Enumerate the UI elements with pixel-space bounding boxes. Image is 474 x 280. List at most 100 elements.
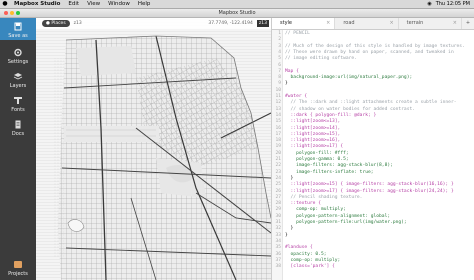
code-text: [class='park'] { <box>285 264 335 270</box>
code-line[interactable]: 15 ::light[zoom<=13], <box>272 119 474 125</box>
save-as-label: Save as <box>8 33 28 39</box>
code-line[interactable]: 36 opacity: 0.5; <box>272 252 474 258</box>
menu-app[interactable]: Mapbox Studio <box>10 0 64 8</box>
menu-help[interactable]: Help <box>134 0 155 8</box>
code-line[interactable]: 2 <box>272 37 474 43</box>
code-line[interactable]: 10 <box>272 88 474 94</box>
tab-label: style <box>280 20 292 26</box>
code-text: } <box>285 175 294 181</box>
map-toolbar: ● Places z13 37.7749, -122.4194 z13 <box>36 18 271 29</box>
code-line[interactable]: 33} <box>272 233 474 239</box>
code-text: } <box>285 226 294 232</box>
line-number: 26 <box>275 188 281 194</box>
close-tab-icon[interactable]: × <box>453 18 457 29</box>
add-tab-button[interactable]: + <box>462 18 474 29</box>
sidebar-item-layers[interactable]: Layers <box>0 68 36 90</box>
close-tab-icon[interactable]: × <box>389 18 393 29</box>
line-number: 20 <box>275 150 281 156</box>
code-line[interactable]: 22 image-filters: agg-stack-blur(8,8); <box>272 163 474 169</box>
map-zoom-text: z13 <box>73 21 82 26</box>
code-text: comp-op: multiply; <box>285 257 341 263</box>
line-number: 19 <box>275 144 281 150</box>
line-number: 38 <box>275 264 281 270</box>
code-line[interactable]: 24 } <box>272 176 474 182</box>
wifi-icon[interactable]: ◉ <box>427 0 431 8</box>
code-line[interactable]: 17 ::light[zoom>=15], <box>272 132 474 138</box>
code-line[interactable]: 23 image-filters-inflate: true; <box>272 170 474 176</box>
line-number: 37 <box>275 257 281 263</box>
tab-terrain[interactable]: terrain × <box>399 18 462 29</box>
line-number: 16 <box>275 125 281 131</box>
street-map[interactable] <box>36 18 271 280</box>
line-number: 22 <box>275 163 281 169</box>
line-number: 5 <box>278 56 281 62</box>
code-text: // image editing software. <box>285 56 357 62</box>
code-line[interactable]: 32 } <box>272 226 474 232</box>
tab-road[interactable]: road × <box>335 18 399 29</box>
sidebar-item-projects[interactable]: Projects <box>0 256 36 280</box>
menu-window[interactable]: Window <box>104 0 134 8</box>
code-line[interactable]: 38 [class='park'] { <box>272 264 474 270</box>
fonts-icon <box>14 97 22 104</box>
code-line[interactable]: 3 // Much of the design of this style is … <box>272 44 474 50</box>
code-text: // Pencil shading texture. <box>285 194 363 200</box>
code-line[interactable]: 14 ::dark { polygon-fill: @dark; } <box>272 113 474 119</box>
code-text: // The ::dark and ::light attachments cr… <box>285 100 457 106</box>
code-line[interactable]: 34 <box>272 239 474 245</box>
code-editor-panel: style × road × terrain × + 1// PENCIL 2 3// M… <box>271 18 474 280</box>
sidebar-item-docs[interactable]: Docs <box>0 116 36 138</box>
tab-style[interactable]: style × <box>272 18 336 29</box>
code-text: image-filters: agg-stack-blur(8,8); <box>285 163 393 169</box>
code-line[interactable]: 13 // shadow on water bodies for added c… <box>272 107 474 113</box>
save-as-button[interactable]: Save as <box>0 18 36 40</box>
code-line[interactable]: 7 Map { <box>272 69 474 75</box>
menu-edit[interactable]: Edit <box>64 0 83 8</box>
code-line[interactable]: 31 polygon-pattern-file:url(img/water.pn… <box>272 220 474 226</box>
clock[interactable]: Thu 12:05 PM <box>436 0 470 8</box>
places-button[interactable]: ● Places <box>42 20 70 27</box>
sidebar-item-label: Docs <box>11 131 25 137</box>
close-tab-icon[interactable]: × <box>326 18 330 29</box>
code-line[interactable]: 35 #landuse { <box>272 245 474 251</box>
sidebar-item-settings[interactable]: Settings <box>0 44 36 66</box>
code-text: background-image:url(img/natural_paper.p… <box>285 75 413 81</box>
code-text: polygon-pattern-file:url(img/water.png); <box>285 220 407 225</box>
code-text: #water { <box>285 94 308 99</box>
code-line[interactable]: 26 ::light[zoom>=17] { image-filters: ag… <box>272 189 474 195</box>
sidebar-item-fonts[interactable]: Fonts <box>0 92 36 114</box>
apple-menu-icon[interactable]: ● <box>0 0 10 8</box>
code-line[interactable]: 37 comp-op: multiply; <box>272 258 474 264</box>
line-number: 10 <box>275 87 281 93</box>
code-text: opacity: 0.5; <box>285 251 327 257</box>
code-text: ::light[zoom>=15], <box>285 131 341 137</box>
line-number: 33 <box>275 232 281 238</box>
code-area[interactable]: 1// PENCIL 2 3// Much of the design of thi… <box>272 30 474 280</box>
code-line[interactable]: 9} <box>272 81 474 87</box>
code-line[interactable]: 8 background-image:url(img/natural_paper… <box>272 75 474 81</box>
code-text: polygon-gamma: 0.5; <box>285 157 349 162</box>
code-text: #landuse { <box>285 245 313 251</box>
line-number: 4 <box>278 49 281 55</box>
code-line[interactable]: 27 // Pencil shading texture. <box>272 195 474 201</box>
code-line[interactable]: 19 ::light[zoom>=17] { <box>272 144 474 150</box>
code-line[interactable]: 16 ::light[zoom>=14], <box>272 126 474 132</box>
code-line[interactable]: 20 polygon-fill: #fff; <box>272 151 474 157</box>
code-line[interactable]: 29 comp-op: multiply; <box>272 207 474 213</box>
line-number: 12 <box>275 100 281 106</box>
code-line[interactable]: 5 // image editing software. <box>272 56 474 62</box>
code-line[interactable]: 25 ::light[zoom>=15] { image-filters: ag… <box>272 182 474 188</box>
code-line[interactable]: 6 <box>272 63 474 69</box>
code-line[interactable]: 1// PENCIL <box>272 31 474 37</box>
code-line[interactable]: 12 // The ::dark and ::light attachments… <box>272 100 474 106</box>
code-line[interactable]: 4 // These were drawn by hand on paper, s… <box>272 50 474 56</box>
menu-view[interactable]: View <box>83 0 104 8</box>
code-text: // Much of the design of this style is h… <box>285 43 465 49</box>
map-view[interactable]: ● Places z13 37.7749, -122.4194 z13 <box>36 18 271 280</box>
line-number: 25 <box>275 182 281 188</box>
code-line[interactable]: 30 polygon-pattern-alignment: global; <box>272 214 474 220</box>
code-text: ::light[zoom>=17] { <box>285 144 344 150</box>
line-number: 9 <box>278 81 281 87</box>
line-number: 15 <box>275 119 281 125</box>
line-number: 29 <box>275 207 281 213</box>
